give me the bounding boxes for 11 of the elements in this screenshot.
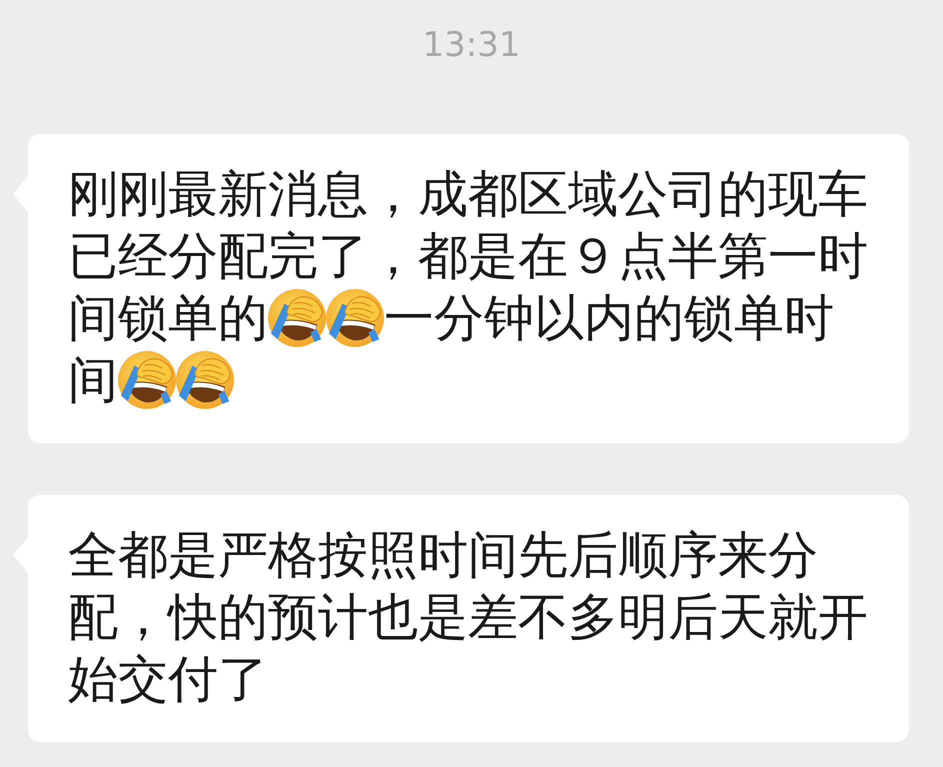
message-text: 刚刚最新消息，成都区域公司的现车 xyxy=(68,165,868,223)
message-text: 间 xyxy=(68,351,118,409)
message-text: 一分钟以内的锁单时 xyxy=(384,289,834,347)
facepalm-emoji-icon xyxy=(176,351,234,410)
timestamp: 13:31 xyxy=(422,25,520,65)
facepalm-emoji-icon xyxy=(326,289,384,348)
message-text: 间锁单的 xyxy=(68,289,268,347)
facepalm-emoji-icon xyxy=(268,289,326,348)
facepalm-emoji-icon xyxy=(118,351,176,410)
message-text: 已经分配完了，都是在９点半第一时 xyxy=(68,227,868,285)
message-text: 全都是严格按照时间先后顺序来分配，快的预计也是差不多明后天就开始交付了 xyxy=(68,526,868,708)
